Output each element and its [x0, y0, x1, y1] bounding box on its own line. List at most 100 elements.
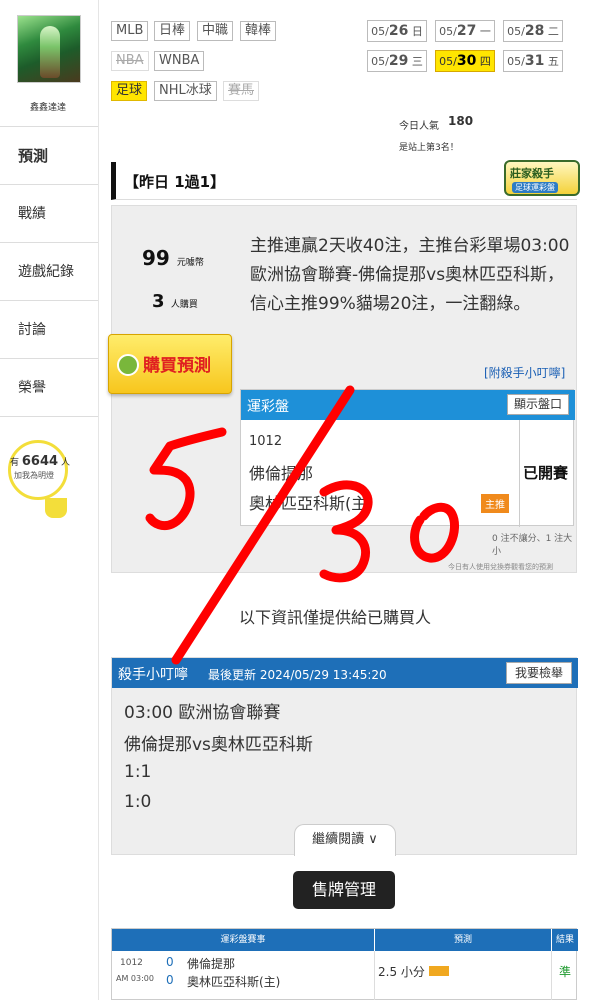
badge-subtitle: 足球運彩盤 [512, 182, 558, 193]
avatar[interactable] [17, 15, 81, 83]
date-weekday: 五 [547, 55, 559, 68]
results-team-away: 佛倫提那 [187, 957, 236, 971]
price-value: 99 [142, 246, 170, 270]
show-odds-button[interactable]: 顯示盤口 [506, 394, 569, 415]
sport-tab-nba[interactable]: NBA [111, 51, 149, 71]
tips-updated-time: 最後更新 2024/05/29 13:45:20 [208, 668, 387, 682]
team-home: 奧林匹亞科斯(主) [249, 494, 374, 513]
prediction-price: 99 元噱幣 [142, 246, 204, 270]
sport-tab-nhl[interactable]: NHL冰球 [154, 81, 217, 101]
date-weekday: 日 [411, 25, 423, 38]
follower-prefix: 有 [10, 458, 20, 468]
game-number: 1012 [249, 434, 283, 449]
odds-table: 運彩盤 顯示盤口 1012 佛倫提那 奧林匹亞科斯(主) 主推 已開賽 [240, 389, 575, 527]
sidebar-item-record[interactable]: 戰績 [0, 185, 98, 243]
date-button-0530[interactable]: 05/30 四 [435, 50, 495, 72]
sport-tab-npb[interactable]: 日棒 [154, 21, 191, 41]
buyers-only-notice: 以下資訊僅提供給已購買人 [239, 608, 432, 627]
sport-tab-cpbl[interactable]: 中職 [197, 21, 234, 41]
tips-header: 殺手小叮嚀 最後更新 2024/05/29 13:45:20 我要檢舉 [112, 658, 578, 688]
date-weekday: 二 [547, 25, 559, 38]
date-button-0526[interactable]: 05/26 日 [367, 20, 427, 42]
date-weekday: 三 [411, 55, 423, 68]
odds-divider [519, 420, 520, 527]
follower-number: 6644 [21, 454, 59, 469]
results-pick: 2.5 小分 [378, 965, 425, 979]
results-table: 運彩盤賽事 預測 結果 1012 AM 03:00 0 0 佛倫提那 奧林匹亞科… [111, 928, 578, 1000]
follower-count[interactable]: 有 6644 人 [10, 454, 70, 469]
date-day: 31 [524, 53, 545, 69]
date-day: 28 [524, 23, 545, 39]
results-game-number: 1012 [120, 958, 143, 968]
sidebar-item-game-log[interactable]: 遊戲紀錄 [0, 243, 98, 301]
buyer-unit: 人購買 [170, 300, 198, 310]
results-team-home: 奧林匹亞科斯(主) [187, 975, 281, 989]
results-game-time: AM 03:00 [116, 974, 154, 983]
date-day: 29 [388, 53, 409, 69]
sidebar-nav: 預測 戰績 遊戲紀錄 討論 榮譽 [0, 126, 98, 417]
tip-line: 1:0 [124, 792, 152, 812]
board-management-button[interactable]: 售牌管理 [293, 871, 395, 909]
odds-table-title: 運彩盤 [247, 399, 289, 415]
results-score-away: 0 [166, 955, 174, 969]
date-day: 27 [456, 23, 477, 39]
sidebar: 鑫鑫達達 預測 戰績 遊戲紀錄 討論 榮譽 有 6644 人 加我為明燈 [0, 0, 98, 1000]
date-weekday: 四 [479, 55, 491, 68]
bookie-killer-badge: 莊家殺手 足球運彩盤 [504, 160, 580, 196]
sport-tab-horse-racing[interactable]: 賽馬 [223, 81, 260, 101]
date-month: 05/ [507, 25, 525, 38]
buy-prediction-label: 購買預測 [143, 356, 211, 376]
sidebar-item-prediction[interactable]: 預測 [0, 127, 98, 185]
prediction-card: 99 元噱幣 3 人購買 主推連贏2天收40注，主推台彩單場03:00歐洲協會聯… [108, 205, 577, 573]
sidebar-item-honor[interactable]: 榮譽 [0, 359, 98, 417]
results-header-pick: 預測 [375, 929, 551, 951]
date-month: 05/ [439, 25, 457, 38]
yesterday-record-label: 【昨日 1過1】 [124, 173, 226, 191]
odds-table-header: 運彩盤 顯示盤口 [241, 390, 575, 420]
killer-tips-link[interactable]: [附殺手小叮嚀] [484, 364, 565, 381]
killer-tips-card: 殺手小叮嚀 最後更新 2024/05/29 13:45:20 我要檢舉 03:0… [111, 657, 578, 856]
buy-prediction-button[interactable]: 購買預測 [108, 334, 232, 394]
sport-tab-soccer[interactable]: 足球 [111, 81, 148, 101]
sport-tab-kbo[interactable]: 韓棒 [240, 21, 277, 41]
lightbulb-base-icon [45, 498, 67, 518]
popularity-label: 今日人氣 [399, 121, 439, 132]
exchange-note: 今日有人使用兌換券觀看您的預測 [448, 563, 553, 571]
date-month: 05/ [439, 55, 457, 68]
date-button-0527[interactable]: 05/27 一 [435, 20, 495, 42]
price-unit: 元噱幣 [176, 258, 204, 268]
popularity-rank: 是站上第3名！ [399, 143, 459, 153]
results-header-match: 運彩盤賽事 [112, 929, 374, 951]
tip-line: 03:00 歐洲協會聯賽 [124, 703, 281, 723]
results-pick-tag [429, 966, 449, 976]
team-away: 佛倫提那 [249, 464, 314, 483]
sport-tab-mlb[interactable]: MLB [111, 21, 149, 41]
results-header-result: 結果 [552, 929, 578, 951]
date-button-0528[interactable]: 05/28 二 [503, 20, 563, 42]
results-score-home: 0 [166, 973, 174, 987]
continue-reading-button[interactable]: 繼續閱讀 ∨ [294, 824, 396, 856]
results-divider [551, 951, 552, 1000]
date-month: 05/ [371, 55, 389, 68]
date-month: 05/ [507, 55, 525, 68]
profile-name[interactable]: 鑫鑫達達 [8, 100, 88, 113]
coin-icon [117, 354, 139, 376]
yesterday-record-header: 【昨日 1過1】 莊家殺手 足球運彩盤 [111, 160, 580, 200]
buyer-count: 3 人購買 [152, 291, 198, 312]
home-pick-badge: 主推 [481, 494, 509, 513]
date-button-0531[interactable]: 05/31 五 [503, 50, 563, 72]
date-button-0529[interactable]: 05/29 三 [367, 50, 427, 72]
follow-label[interactable]: 加我為明燈 [14, 470, 74, 481]
popularity-value: 180 [448, 114, 474, 128]
sidebar-item-discussion[interactable]: 討論 [0, 301, 98, 359]
prediction-description: 主推連贏2天收40注，主推台彩單場03:00歐洲協會聯賽-佛倫提那vs奧林匹亞科… [250, 236, 570, 314]
handicap-note: 0 注不讓分、1 注大小 [492, 534, 573, 557]
tip-line: 佛倫提那vs奧林匹亞科斯 [124, 735, 313, 755]
date-day: 30 [456, 53, 477, 69]
results-outcome: 準 [559, 965, 572, 979]
profile-card[interactable]: 鑫鑫達達 [8, 8, 88, 113]
tip-line: 1:1 [124, 762, 152, 782]
sport-tab-wnba[interactable]: WNBA [154, 51, 205, 71]
date-month: 05/ [371, 25, 389, 38]
report-button[interactable]: 我要檢舉 [505, 662, 572, 684]
